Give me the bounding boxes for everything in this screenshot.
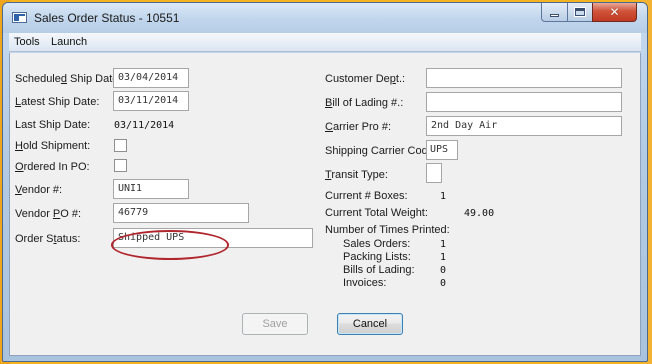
vendor-num-field[interactable]: UNI1 xyxy=(113,179,189,199)
ordered-in-po-label: Ordered In PO: xyxy=(15,161,90,173)
maximize-button[interactable] xyxy=(567,3,593,22)
minimize-button[interactable] xyxy=(541,3,568,22)
menu-bar: Tools Launch xyxy=(9,33,641,52)
printed-invoices-label: Invoices: xyxy=(343,277,387,289)
scheduled-ship-date-label: Scheduled Ship Date: xyxy=(15,73,122,85)
cancel-button[interactable]: Cancel xyxy=(337,313,403,335)
minimize-icon xyxy=(550,13,559,17)
scheduled-ship-date-field[interactable]: 03/04/2014 xyxy=(113,68,189,88)
printed-packing-lists-label: Packing Lists: xyxy=(343,251,411,263)
printed-invoices-value: 0 xyxy=(440,278,447,289)
latest-ship-date-label: Latest Ship Date: xyxy=(15,96,100,108)
transit-type-label: Transit Type: xyxy=(325,169,388,181)
customer-dept-field[interactable] xyxy=(426,68,622,88)
app-window-icon[interactable] xyxy=(12,12,27,23)
hold-shipment-checkbox[interactable] xyxy=(114,139,127,152)
bill-of-lading-field[interactable] xyxy=(426,92,622,112)
transit-type-field[interactable] xyxy=(426,163,442,183)
current-total-weight-label: Current Total Weight: xyxy=(325,207,428,219)
sales-order-status-window: Sales Order Status - 10551 ✕ Tools Launc… xyxy=(2,2,648,362)
printed-bills-of-lading-label: Bills of Lading: xyxy=(343,264,415,276)
latest-ship-date-field[interactable]: 03/11/2014 xyxy=(113,91,189,111)
save-button[interactable]: Save xyxy=(242,313,308,335)
printed-sales-orders-value: 1 xyxy=(440,239,447,250)
printed-bills-of-lading-value: 0 xyxy=(440,265,447,276)
times-printed-label: Number of Times Printed: xyxy=(325,224,450,236)
menu-tools[interactable]: Tools xyxy=(14,36,40,48)
menu-launch[interactable]: Launch xyxy=(51,36,87,48)
shipping-carrier-code-field[interactable]: UPS xyxy=(426,140,458,160)
vendor-po-num-label: Vendor PO #: xyxy=(15,208,82,220)
last-ship-date-label: Last Ship Date: xyxy=(15,119,91,131)
printed-sales-orders-label: Sales Orders: xyxy=(343,238,411,250)
current-total-weight-value: 49.00 xyxy=(464,208,495,219)
window-title: Sales Order Status - 10551 xyxy=(34,11,180,25)
current-boxes-value: 1 xyxy=(440,191,447,202)
form-area: Scheduled Ship Date: 03/04/2014 Latest S… xyxy=(9,53,641,356)
customer-dept-label: Customer Dept.: xyxy=(325,73,406,85)
printed-packing-lists-value: 1 xyxy=(440,252,447,263)
carrier-pro-field[interactable]: 2nd Day Air xyxy=(426,116,622,136)
ordered-in-po-checkbox[interactable] xyxy=(114,159,127,172)
carrier-pro-label: Carrier Pro #: xyxy=(325,121,392,133)
order-status-annotation-circle xyxy=(111,230,229,260)
close-icon: ✕ xyxy=(609,5,620,19)
vendor-num-label: Vendor #: xyxy=(15,184,63,196)
maximize-icon xyxy=(574,7,586,17)
vendor-po-num-field[interactable]: 46779 xyxy=(113,203,249,223)
shipping-carrier-code-label: Shipping Carrier Code: xyxy=(325,145,437,157)
title-bar[interactable]: Sales Order Status - 10551 ✕ xyxy=(3,3,647,33)
order-status-label: Order Status: xyxy=(15,233,81,245)
last-ship-date-value: 03/11/2014 xyxy=(114,120,175,131)
current-boxes-label: Current # Boxes: xyxy=(325,190,408,202)
close-button[interactable]: ✕ xyxy=(592,3,637,22)
hold-shipment-label: Hold Shipment: xyxy=(15,140,91,152)
bill-of-lading-label: Bill of Lading #.: xyxy=(325,97,404,109)
